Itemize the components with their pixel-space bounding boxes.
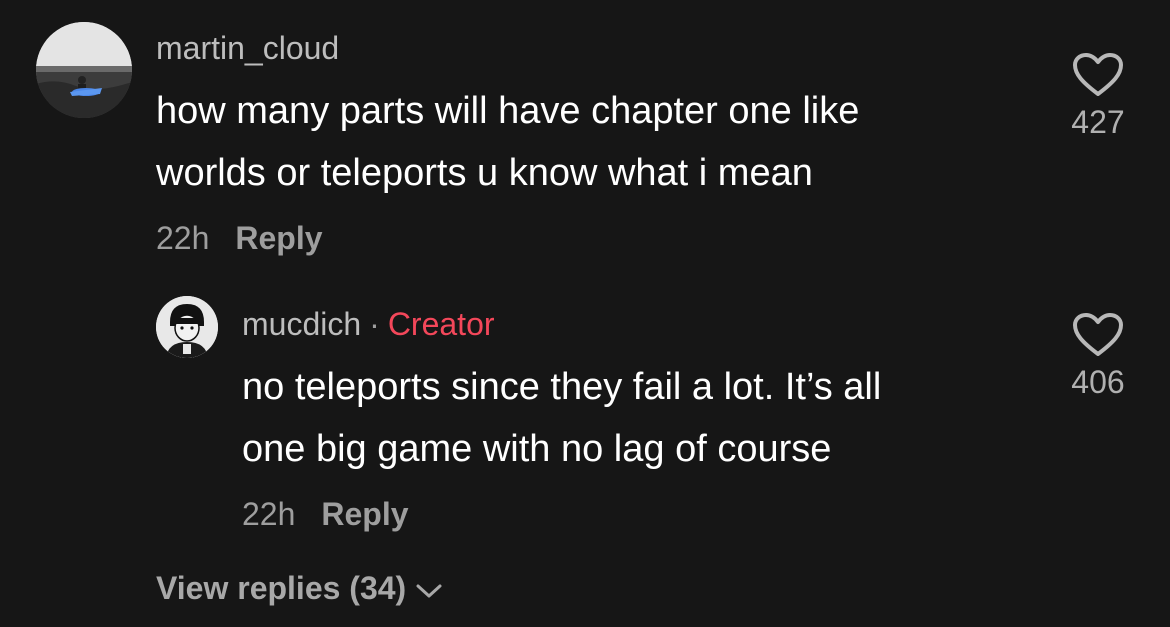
like-count: 427 xyxy=(1071,104,1125,140)
chevron-down-icon xyxy=(416,584,442,598)
comment-text: how many parts will have chapter one lik… xyxy=(156,90,860,194)
comment-thread: martin_cloud how many parts will have ch… xyxy=(0,0,1170,627)
comment-username[interactable]: martin_cloud xyxy=(156,30,339,67)
avatar[interactable] xyxy=(156,296,218,358)
comment-timestamp: 22h xyxy=(156,220,210,256)
comment-meta: 22h Reply xyxy=(156,220,323,257)
reply-text: no teleports since they fail a lot. It’s… xyxy=(242,366,882,470)
like-button[interactable]: 406 xyxy=(1058,312,1138,401)
reply-username[interactable]: mucdich xyxy=(242,306,361,342)
view-replies-button[interactable]: View replies (34) xyxy=(156,570,444,607)
avatar-photo xyxy=(156,296,218,358)
reply-meta: 22h Reply xyxy=(242,496,409,533)
reply-username-line: mucdich · Creator xyxy=(242,306,495,343)
separator-dot: · xyxy=(369,306,380,342)
view-replies-label: View replies (34) xyxy=(156,570,407,606)
heart-outline-icon[interactable] xyxy=(1072,312,1124,358)
reply-button[interactable]: Reply xyxy=(235,220,322,256)
like-count: 406 xyxy=(1071,364,1125,400)
creator-badge: Creator xyxy=(387,306,495,342)
reply-button[interactable]: Reply xyxy=(321,496,408,532)
heart-outline-icon[interactable] xyxy=(1072,52,1124,98)
like-button[interactable]: 427 xyxy=(1058,52,1138,141)
avatar-photo xyxy=(36,22,132,118)
avatar[interactable] xyxy=(36,22,132,118)
reply-timestamp: 22h xyxy=(242,496,296,532)
